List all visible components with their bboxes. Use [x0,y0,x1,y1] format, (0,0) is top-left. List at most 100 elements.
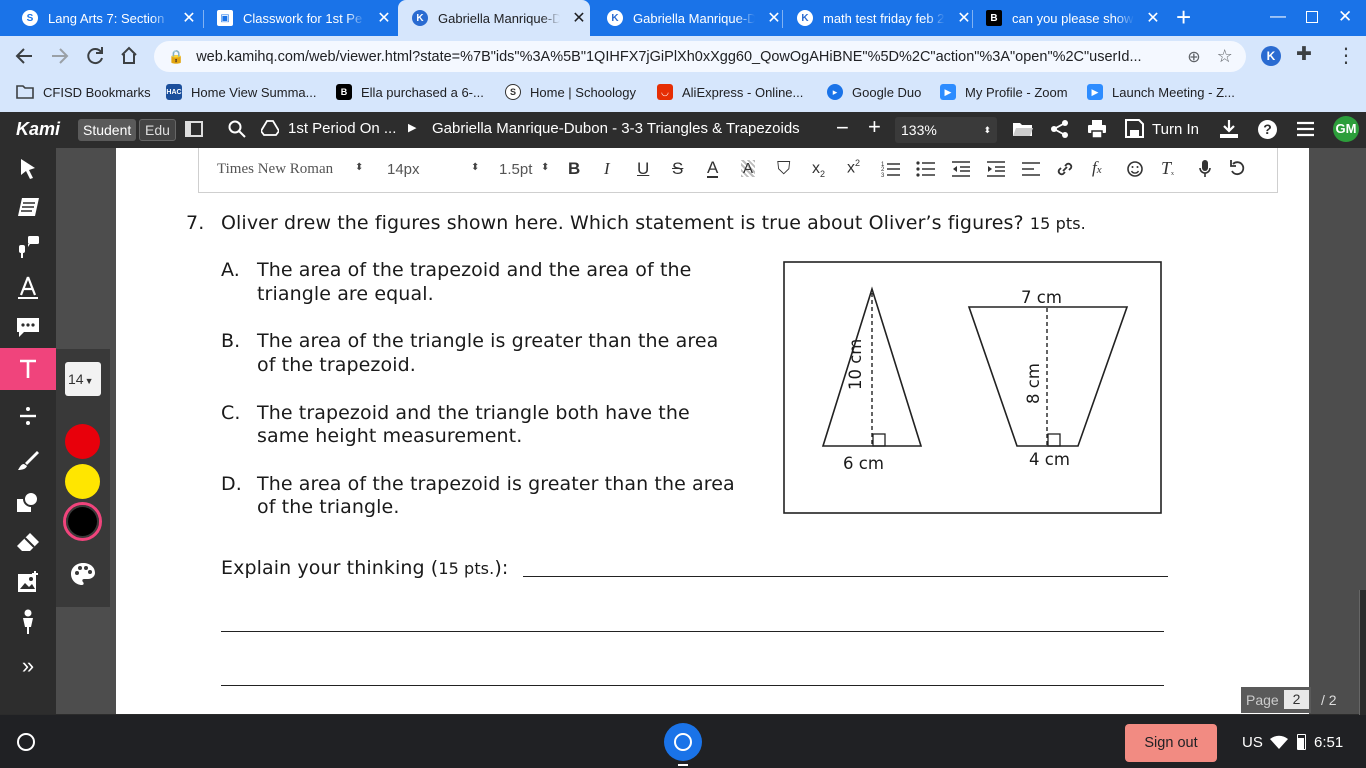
close-icon[interactable]: ✕ [767,8,781,28]
bookmark-aliexpress[interactable]: ◡ AliExpress - Online... [657,84,803,100]
reload-icon[interactable] [85,45,105,72]
close-icon[interactable]: ✕ [377,8,391,28]
new-tab-icon[interactable]: + [1176,4,1191,30]
launcher-icon[interactable] [17,733,35,751]
scrollbar[interactable] [1359,590,1366,715]
extensions-puzzle-icon[interactable]: ✚ [1296,43,1312,66]
close-icon[interactable]: ✕ [1146,8,1160,28]
text-color-icon[interactable]: A [707,159,719,178]
bookmark-ella[interactable]: B Ella purchased a 6-... [336,84,484,100]
bookmark-google-duo[interactable]: ▸ Google Duo [827,84,921,100]
browser-tab-gabriella-2[interactable]: K Gabriella Manrique-D ✕ [593,0,785,36]
browser-tab-classwork[interactable]: ▣ Classwork for 1st Pe ✕ [203,0,395,36]
font-size-select[interactable]: 14px [387,161,420,178]
home-icon[interactable] [119,45,139,72]
select-tool[interactable] [0,148,56,190]
shapes-tool[interactable] [0,481,56,523]
chrome-shelf-icon[interactable] [664,723,702,761]
equation-icon[interactable]: fx [1092,158,1102,178]
outdent-icon[interactable] [951,160,971,182]
open-folder-icon[interactable] [1012,119,1034,145]
bold-icon[interactable]: B [568,159,580,179]
window-close-icon[interactable]: ✕ [1338,7,1352,27]
bookmark-cfisd[interactable]: CFISD Bookmarks [16,84,151,100]
equation-tool[interactable] [0,395,56,437]
bookmark-star-icon[interactable]: ☆ [1217,46,1233,67]
bookmark-schoology[interactable]: S Home | Schoology [505,84,636,100]
folder-breadcrumb[interactable]: 1st Period On ... [288,120,396,137]
link-icon[interactable] [1055,159,1075,183]
expand-tools-icon[interactable]: » [0,645,56,687]
text-box-tool[interactable] [0,266,56,308]
keyboard-locale[interactable]: US [1242,734,1263,751]
minimize-icon[interactable]: — [1270,8,1286,26]
emoji-icon[interactable] [1126,160,1144,182]
speech-bubble-tool[interactable] [0,306,56,348]
user-avatar[interactable]: GM [1333,116,1359,142]
drawing-tool[interactable] [0,440,56,482]
turn-in-button[interactable]: Turn In [1152,121,1199,138]
back-icon[interactable] [14,45,34,72]
undo-icon[interactable] [1229,159,1245,181]
color-swatch-yellow[interactable] [65,464,100,499]
save-icon[interactable] [1125,119,1144,142]
highlight-color-icon[interactable]: A [741,160,756,177]
image-tool[interactable] [0,561,56,603]
sidebar-toggle-icon[interactable] [185,121,203,137]
comment-tool[interactable] [0,226,56,268]
color-swatch-red[interactable] [65,424,100,459]
markup-tool[interactable] [0,187,56,229]
edu-badge[interactable]: Edu [139,119,176,141]
close-icon[interactable]: ✕ [572,8,586,28]
zoom-out-icon[interactable]: − [836,117,849,139]
bookmark-launch-meeting[interactable]: ▶ Launch Meeting - Z... [1087,84,1235,100]
superscript-icon[interactable]: x2 [847,158,860,177]
forward-icon[interactable] [50,45,70,72]
underline-icon[interactable]: U [637,159,649,179]
microphone-icon[interactable] [1198,159,1212,183]
print-icon[interactable] [1087,120,1107,142]
font-family-select[interactable]: Times New Roman [217,161,333,178]
browser-tab-lang-arts[interactable]: S Lang Arts 7: Section ✕ [8,0,200,36]
subscript-icon[interactable]: x2 [812,160,825,179]
signature-tool[interactable] [0,601,56,643]
download-icon[interactable] [1219,119,1239,143]
bullet-list-icon[interactable] [916,160,936,182]
search-icon[interactable] [227,119,247,143]
fill-bucket-icon[interactable]: ⛉ [777,158,791,179]
bookmark-home-view[interactable]: HAC Home View Summa... [166,84,316,100]
hamburger-menu-icon[interactable] [1296,120,1315,142]
student-badge[interactable]: Student [78,119,137,141]
address-bar[interactable]: 🔒 web.kamihq.com/web/viewer.html?state=%… [154,41,1246,72]
color-swatch-black-selected[interactable] [63,502,102,541]
install-icon[interactable]: ⊕ [1187,47,1200,67]
eraser-tool[interactable] [0,521,56,563]
text-tool-active[interactable] [0,348,56,390]
zoom-select[interactable]: 133% ⬍ [895,117,997,143]
numbered-list-icon[interactable]: 123 [881,160,901,182]
help-icon[interactable]: ? [1258,120,1277,139]
page-number-input[interactable]: 2 [1284,690,1309,709]
browser-tab-math-test[interactable]: K math test friday feb 2 ✕ [783,0,975,36]
clock[interactable]: 6:51 [1314,734,1343,751]
close-icon[interactable]: ✕ [957,8,971,28]
palette-icon[interactable] [70,562,96,591]
line-height-select[interactable]: 1.5pt [499,161,532,178]
answer-line-1[interactable] [523,576,1168,577]
chrome-menu-icon[interactable]: ⋮ [1336,43,1356,68]
zoom-in-icon[interactable]: + [868,116,881,138]
share-icon[interactable] [1050,119,1070,143]
close-icon[interactable]: ✕ [182,8,196,28]
browser-tab-brainly[interactable]: B can you please show ✕ [972,0,1164,36]
italic-icon[interactable]: I [604,159,610,179]
restore-icon[interactable] [1306,11,1318,23]
answer-line-3[interactable] [221,685,1164,686]
wifi-icon[interactable] [1270,735,1288,754]
font-size-picker[interactable]: 14▼ [65,362,101,396]
sign-out-button[interactable]: Sign out [1125,724,1217,762]
indent-icon[interactable] [986,160,1006,182]
bookmark-zoom-profile[interactable]: ▶ My Profile - Zoom [940,84,1068,100]
align-left-icon[interactable] [1021,160,1041,182]
strikethrough-icon[interactable]: S [672,159,683,179]
browser-tab-gabriella-active[interactable]: K Gabriella Manrique-D ✕ [398,0,590,36]
